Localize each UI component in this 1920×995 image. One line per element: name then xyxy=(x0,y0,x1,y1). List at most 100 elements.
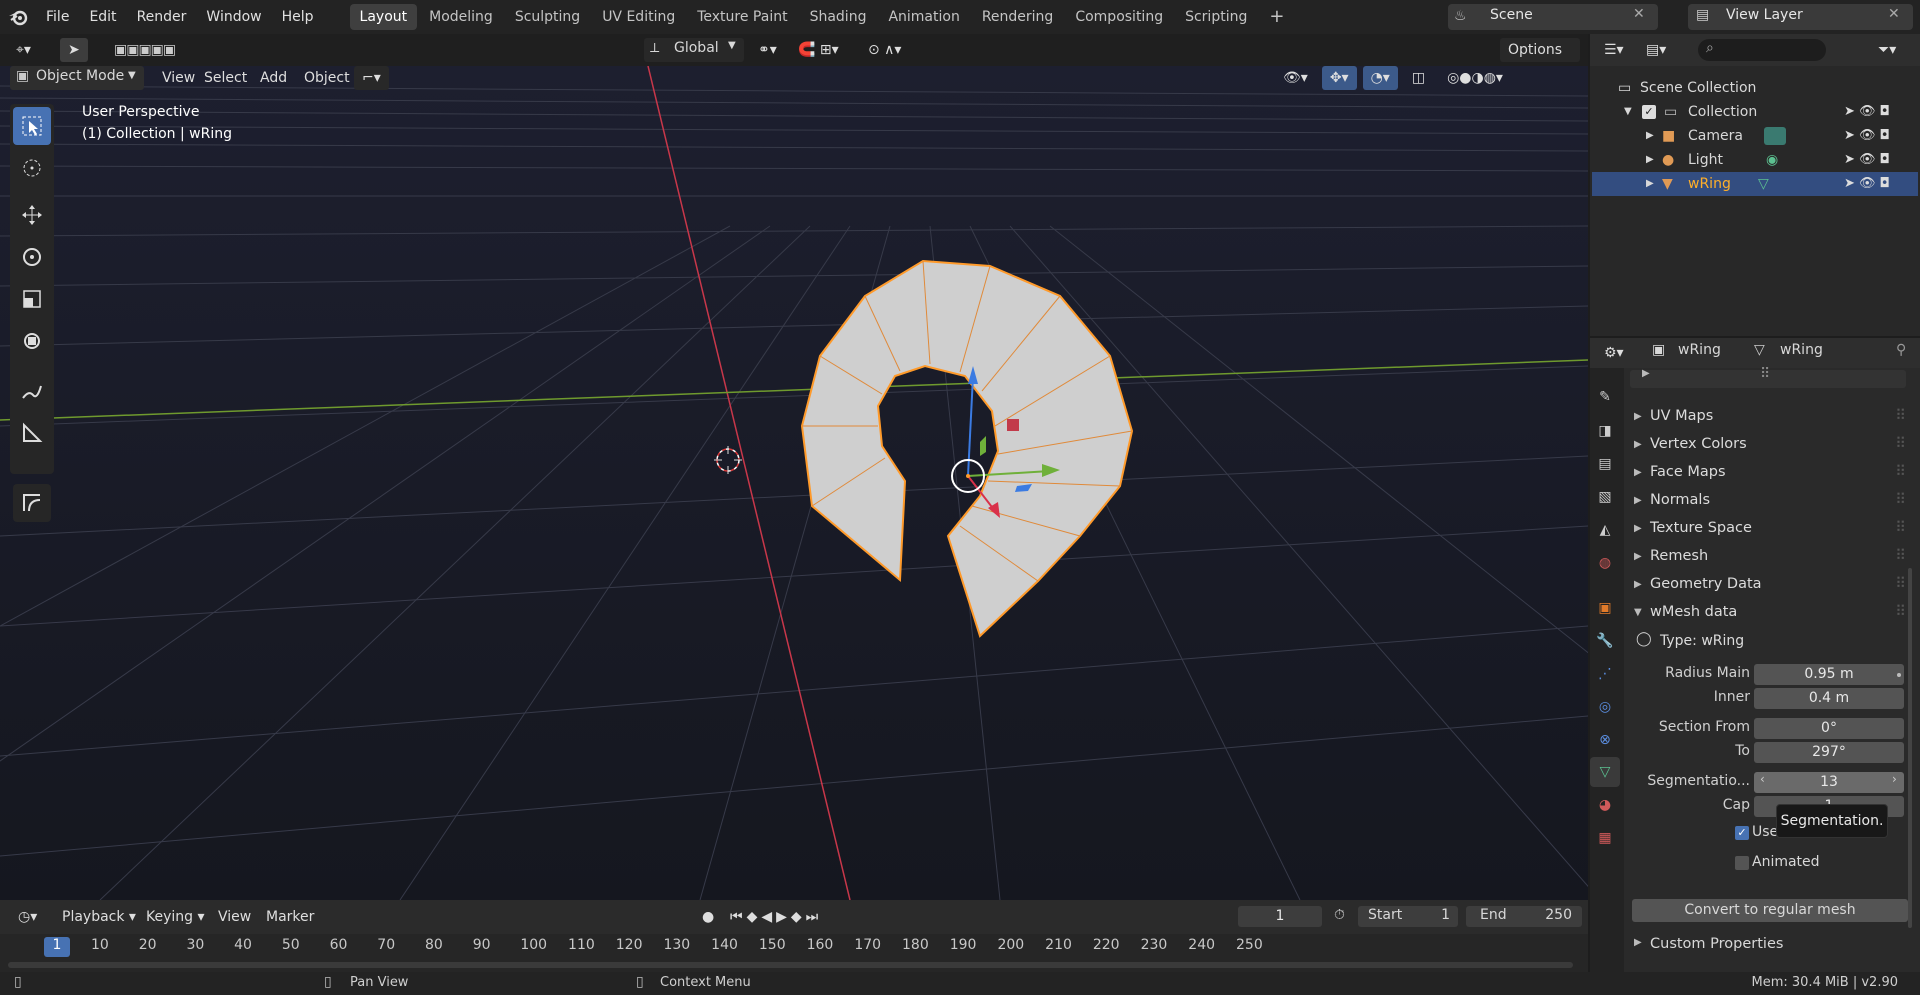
menu-file[interactable]: File xyxy=(36,0,79,34)
clock-icon[interactable]: ◷▾ xyxy=(10,905,45,929)
pivot-icon[interactable]: ⚭▾ xyxy=(750,38,785,62)
transform-orientation[interactable]: ⟂ Global ▼ xyxy=(644,38,744,62)
outliner-row-scene-collection[interactable]: ▭ Scene Collection xyxy=(1590,76,1920,100)
radius-main-field[interactable]: 0.95 m xyxy=(1754,664,1904,685)
editor-type-icon[interactable]: ⌖▾ xyxy=(8,38,39,62)
particles-tab-icon[interactable]: ⋰ xyxy=(1590,659,1620,689)
panel-header-normals[interactable]: ▶ Normals ⠿ xyxy=(1630,487,1906,514)
move-tool-icon[interactable] xyxy=(13,196,51,234)
object-tab-icon[interactable]: ▣ xyxy=(1590,593,1620,623)
display-mode-icon[interactable]: ▤▾ xyxy=(1638,38,1674,62)
section-from-field[interactable]: 0° xyxy=(1754,718,1904,739)
start-frame-field[interactable]: Start 1 xyxy=(1358,906,1458,927)
drag-handle-icon[interactable]: ⠿ xyxy=(1895,571,1906,598)
drag-handle-icon[interactable]: ⠿ xyxy=(1895,487,1906,514)
drag-handle-icon[interactable]: ⠿ xyxy=(1895,543,1906,570)
xray-icon[interactable]: ◫ xyxy=(1404,66,1433,90)
modifier-tab-icon[interactable]: 🔧 xyxy=(1590,626,1620,656)
properties-scrollbar[interactable] xyxy=(1908,568,1912,928)
timeline-menu-playback[interactable]: Playback ▾ xyxy=(54,905,144,929)
panel-drag-bar[interactable]: ▶ ⠿ xyxy=(1630,366,1906,388)
mode-selector[interactable]: ▣ Object Mode ▼ xyxy=(10,66,144,90)
menu-window[interactable]: Window xyxy=(196,0,271,34)
annotate-tool-icon[interactable] xyxy=(13,372,51,410)
restrict-icons[interactable]: ➤ 👁 ◘ xyxy=(1844,148,1914,172)
expand-icon[interactable]: ▼ xyxy=(1624,100,1632,124)
close-icon[interactable]: ✕ xyxy=(1633,6,1645,22)
measure-tool-icon[interactable] xyxy=(13,414,51,452)
keyframe-dot-icon[interactable] xyxy=(1897,673,1901,677)
timeline-menu-marker[interactable]: Marker xyxy=(258,905,322,929)
tab-uv-editing[interactable]: UV Editing xyxy=(592,4,685,30)
transform-tool-icon[interactable] xyxy=(13,322,51,360)
menu-render[interactable]: Render xyxy=(127,0,197,34)
world-tab-icon[interactable]: ◍ xyxy=(1590,548,1620,578)
timeline-menu-keying[interactable]: Keying ▾ xyxy=(138,905,213,929)
increment-icon[interactable]: › xyxy=(1892,772,1897,786)
data-tab-icon[interactable]: ▽ xyxy=(1590,757,1620,787)
expand-icon[interactable]: ▶ xyxy=(1646,148,1654,172)
constraints-tab-icon[interactable]: ⊗ xyxy=(1590,725,1620,755)
snap-icon[interactable]: 🧲 ⊞▾ xyxy=(790,38,847,62)
search-input[interactable]: ⌕ xyxy=(1698,39,1826,61)
rotate-tool-icon[interactable] xyxy=(13,238,51,276)
menu-help[interactable]: Help xyxy=(272,0,324,34)
tab-texture-paint[interactable]: Texture Paint xyxy=(687,4,797,30)
gizmo-icon[interactable]: ✥▾ xyxy=(1321,66,1357,90)
options-button[interactable]: Options ▾ xyxy=(1500,38,1580,82)
tab-layout[interactable]: Layout xyxy=(349,4,418,30)
timeline-menu-view[interactable]: View xyxy=(210,905,259,929)
panel-header-geometry-data[interactable]: ▶ Geometry Data ⠿ xyxy=(1630,571,1906,598)
mesh-data-icon[interactable]: ▽ xyxy=(1758,172,1769,196)
camera-data-icon[interactable] xyxy=(1764,127,1786,145)
filter-icon[interactable]: ⏷▾ xyxy=(1870,38,1904,62)
viewport-menu-select[interactable]: Select xyxy=(196,66,255,90)
restrict-icons[interactable]: ➤ 👁 ◘ xyxy=(1844,100,1914,124)
overlay-icon[interactable]: ◔▾ xyxy=(1362,66,1398,90)
add-cube-tool-icon[interactable] xyxy=(13,484,51,522)
data-name[interactable]: wRing xyxy=(1780,342,1823,358)
cursor-tool-icon[interactable] xyxy=(13,149,51,187)
timeline-ruler[interactable]: 1 10 20 30 40 50 60 70 80 90 100 110 120 130 140 150 160… xyxy=(0,936,1588,958)
animated-checkbox[interactable] xyxy=(1735,856,1749,870)
scale-tool-icon[interactable] xyxy=(13,280,51,318)
use-checkbox[interactable]: ✓ xyxy=(1735,826,1749,840)
viewport-menu-add[interactable]: Add xyxy=(252,66,295,90)
tab-sculpting[interactable]: Sculpting xyxy=(505,4,590,30)
drag-handle-icon[interactable]: ⠿ xyxy=(1895,515,1906,542)
tab-shading[interactable]: Shading xyxy=(800,4,877,30)
menu-edit[interactable]: Edit xyxy=(79,0,126,34)
stopwatch-icon[interactable]: ⏱ xyxy=(1334,907,1345,923)
viewport-menu-object[interactable]: Object xyxy=(296,66,358,90)
gpencil-icon[interactable]: ⌐▾ xyxy=(354,66,389,90)
panel-header-uv-maps[interactable]: ▶ UV Maps ⠿ xyxy=(1630,403,1906,430)
tab-rendering[interactable]: Rendering xyxy=(972,4,1064,30)
visibility-icon[interactable]: 👁▾ xyxy=(1275,66,1316,90)
tab-compositing[interactable]: Compositing xyxy=(1065,4,1173,30)
object-name[interactable]: wRing xyxy=(1678,342,1721,358)
to-field[interactable]: 297° xyxy=(1754,742,1904,763)
panel-header-face-maps[interactable]: ▶ Face Maps ⠿ xyxy=(1630,459,1906,486)
view-layer-tab-icon[interactable]: ▧ xyxy=(1590,482,1620,512)
properties-editor-icon[interactable]: ⚙▾ xyxy=(1596,341,1632,365)
material-tab-icon[interactable]: ◕ xyxy=(1590,790,1620,820)
playback-controls-icons[interactable]: ⏮◆◀▶◆⏭ xyxy=(722,905,830,929)
render-tab-icon[interactable]: ◨ xyxy=(1590,416,1620,446)
tool-tab-icon[interactable]: ✎ xyxy=(1590,382,1620,412)
checkbox-icon[interactable]: ✓ xyxy=(1642,105,1656,119)
expand-icon[interactable]: ▶ xyxy=(1646,124,1654,148)
scene-selector[interactable]: ♨ Scene ✕ xyxy=(1448,4,1658,30)
transform-gizmo[interactable] xyxy=(920,356,1080,536)
selection-mode-icons[interactable]: ▣▣▣▣▣ xyxy=(106,38,183,62)
segmentation-field[interactable]: 13 xyxy=(1754,772,1904,793)
texture-tab-icon[interactable]: ▦ xyxy=(1590,823,1620,853)
select-tool-icon[interactable]: ➤ xyxy=(60,38,88,62)
add-workspace-icon[interactable]: + xyxy=(1259,4,1294,30)
drag-handle-icon[interactable]: ⠿ xyxy=(1895,599,1906,626)
panel-header-remesh[interactable]: ▶ Remesh ⠿ xyxy=(1630,543,1906,570)
drag-handle-icon[interactable]: ⠿ xyxy=(1895,431,1906,458)
blender-logo-icon[interactable] xyxy=(0,8,36,26)
scene-tab-icon[interactable]: ◭ xyxy=(1590,515,1620,545)
drag-handle-icon[interactable]: ⠿ xyxy=(1895,459,1906,486)
light-data-icon[interactable]: ◉ xyxy=(1766,148,1778,172)
